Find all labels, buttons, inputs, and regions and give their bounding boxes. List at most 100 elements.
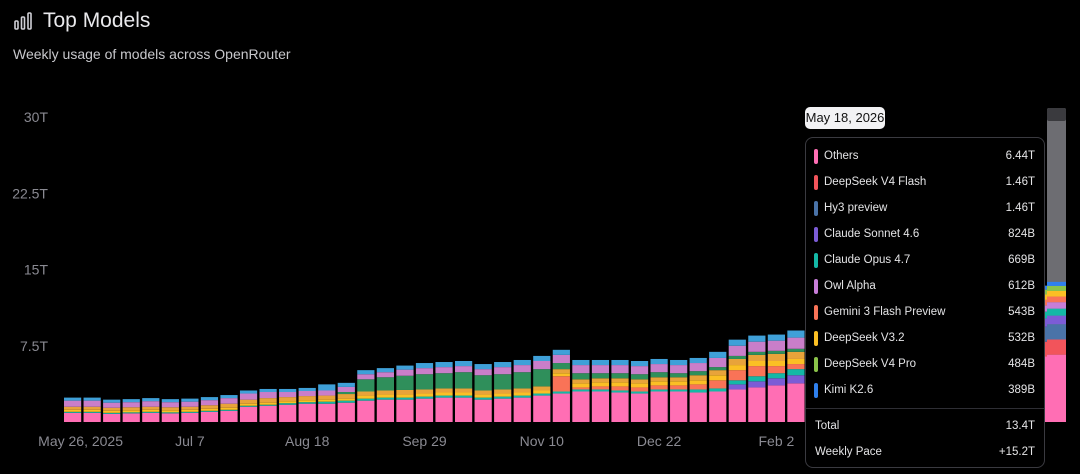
bar-segment [689, 389, 707, 393]
bar-week-37[interactable] [787, 330, 805, 423]
bar-segment [142, 406, 160, 410]
bar-week-17[interactable] [396, 365, 414, 422]
bar-week-27[interactable] [591, 359, 610, 422]
x-tick-label: Feb 2 [758, 433, 794, 449]
bar-segment [122, 413, 140, 422]
bar-week-12[interactable] [298, 387, 316, 422]
bar-segment [670, 385, 688, 390]
bar-week-18[interactable] [415, 363, 434, 422]
bar-week-23[interactable] [513, 359, 531, 422]
bar-segment [767, 378, 785, 386]
bar-segment [396, 369, 414, 376]
bar-week-25[interactable] [552, 349, 570, 422]
bar-week-6[interactable] [181, 398, 199, 422]
bar-segment [591, 365, 610, 374]
bar-week-32[interactable] [689, 357, 707, 422]
bar-segment [376, 394, 394, 398]
bar-segment [513, 359, 531, 366]
selected-week-segment [1047, 302, 1066, 309]
bar-segment [650, 364, 668, 373]
bar-week-10[interactable] [259, 388, 277, 422]
bar-week-7[interactable] [200, 397, 219, 422]
selected-week-segment [1047, 296, 1066, 303]
bar-segment [239, 390, 258, 394]
tooltip-weekly-pace-label: Weekly Pace [815, 446, 882, 458]
bar-segment [513, 388, 531, 393]
bar-week-15[interactable] [357, 370, 375, 422]
bar-segment [670, 389, 688, 392]
bar-segment [200, 408, 219, 411]
bar-segment [455, 397, 473, 422]
bar-week-28[interactable] [611, 359, 629, 422]
bar-week-29[interactable] [630, 361, 649, 422]
tooltip-row: DeepSeek V4 Pro 484B [814, 351, 1035, 377]
bar-segment [513, 395, 531, 398]
bar-segment [689, 363, 707, 372]
bar-segment [64, 406, 82, 410]
bar-week-4[interactable] [142, 398, 160, 422]
bar-segment [435, 362, 453, 368]
legend-swatch [814, 226, 818, 242]
bar-week-14[interactable] [337, 382, 355, 422]
bar-week-36[interactable] [767, 334, 785, 422]
tooltip-row: Kimi K2.6 389B [814, 377, 1035, 403]
bar-segment [239, 393, 258, 400]
bar-segment [161, 407, 179, 411]
bar-week-0[interactable] [64, 397, 82, 422]
bar-week-26[interactable] [572, 359, 590, 422]
bar-week-24[interactable] [533, 355, 551, 422]
bar-segment [415, 363, 434, 369]
selected-week-segment [1047, 315, 1066, 325]
bar-week-1[interactable] [83, 397, 101, 422]
bar-segment [630, 387, 649, 392]
selected-week-segment [1047, 285, 1066, 291]
legend-swatch [814, 278, 818, 294]
bar-segment [298, 402, 316, 404]
bar-segment [239, 406, 258, 422]
bar-week-9[interactable] [239, 390, 258, 422]
bar-week-22[interactable] [494, 362, 512, 422]
bar-week-19[interactable] [435, 362, 453, 422]
bar-segment [64, 412, 82, 422]
bar-week-31[interactable] [670, 359, 688, 422]
bar-segment [357, 400, 375, 422]
bar-segment [181, 401, 199, 407]
bar-segment [122, 412, 140, 414]
bar-segment [161, 399, 179, 403]
bar-week-16[interactable] [376, 368, 394, 422]
bar-segment [787, 358, 805, 365]
bar-segment [239, 399, 258, 404]
range-scrollbar-handle[interactable] [1047, 108, 1066, 121]
bar-week-8[interactable] [220, 395, 238, 422]
bar-week-20[interactable] [455, 361, 473, 422]
bar-segment [200, 397, 219, 401]
bar-segment [591, 382, 610, 387]
bar-week-3[interactable] [122, 399, 140, 422]
bar-segment [748, 387, 766, 422]
bar-segment [220, 395, 238, 399]
bar-segment [572, 391, 590, 422]
bar-week-11[interactable] [279, 388, 297, 422]
bar-week-13[interactable] [318, 384, 336, 422]
series-value: 543B [1008, 306, 1035, 318]
bar-week-35[interactable] [748, 335, 766, 422]
bar-segment [455, 388, 473, 393]
bar-week-21[interactable] [474, 364, 492, 422]
bar-segment [357, 391, 375, 396]
bar-segment [591, 373, 610, 379]
bar-segment [591, 378, 610, 383]
tooltip-total-label: Total [815, 420, 840, 432]
bar-segment [415, 393, 434, 397]
bar-week-30[interactable] [650, 358, 668, 422]
bar-segment [767, 385, 785, 422]
bar-segment [787, 330, 805, 338]
bar-segment [748, 361, 766, 367]
bar-week-33[interactable] [709, 351, 727, 422]
bar-segment [103, 407, 121, 411]
bar-week-5[interactable] [161, 399, 179, 422]
tooltip-row: Owl Alpha 612B [814, 273, 1035, 299]
bar-week-34[interactable] [728, 339, 746, 422]
bar-week-2[interactable] [103, 399, 121, 422]
legend-swatch [814, 382, 818, 398]
bar-segment [748, 341, 766, 352]
